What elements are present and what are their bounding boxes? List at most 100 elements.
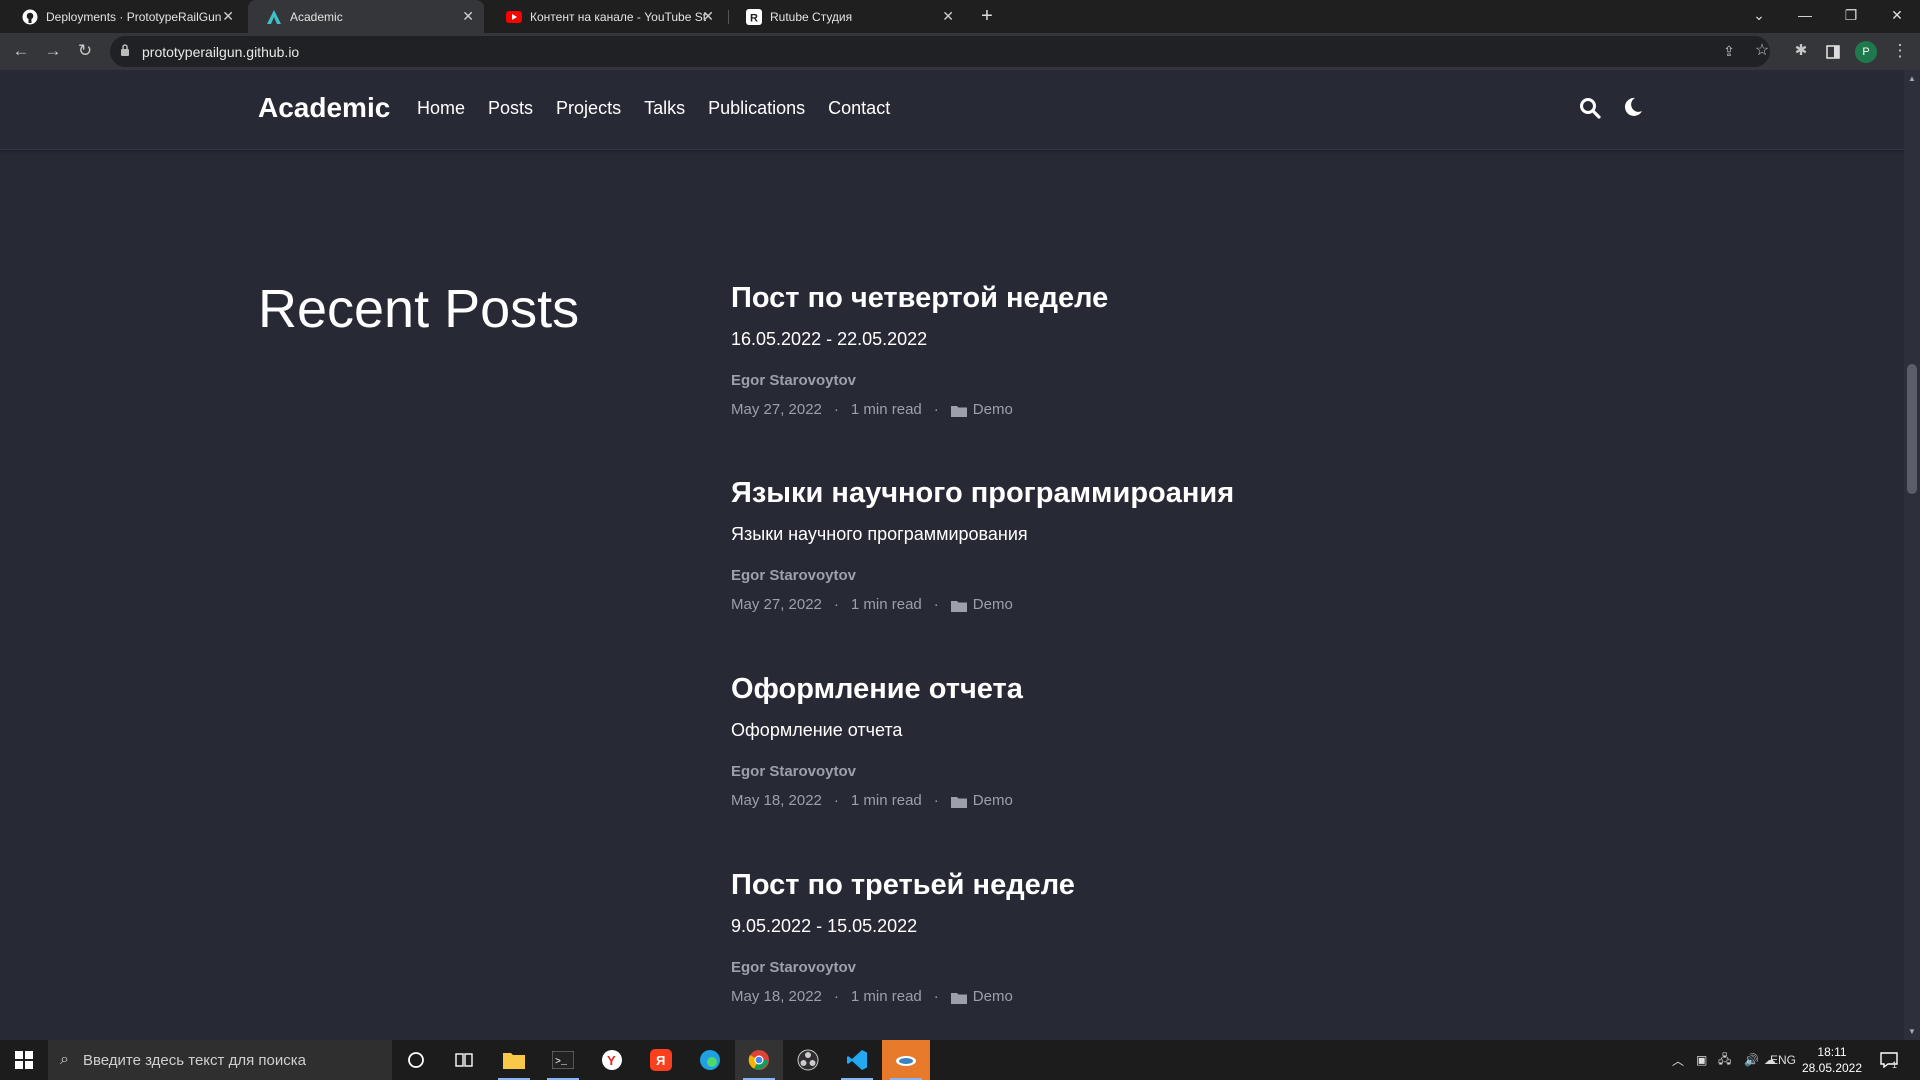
search-icon[interactable] [1578,96,1604,122]
post-author[interactable]: Egor Starovoytov [731,763,1431,780]
meta-separator: · [833,988,839,1005]
share-icon[interactable]: ⇪ [1717,40,1741,64]
terminal-icon[interactable]: >_ [539,1040,587,1080]
tray-chevron-icon[interactable]: ︿ [1672,1040,1684,1080]
folder-icon [950,795,967,808]
post-date: May 27, 2022 [731,596,822,613]
post-date: May 27, 2022 [731,401,822,418]
tab-academic[interactable]: Academic ✕ [248,0,484,33]
extensions-icon[interactable]: ✱ [1789,40,1813,64]
svg-text:>_: >_ [555,1057,568,1068]
scroll-up-arrow-icon[interactable]: ▲ [1908,74,1916,83]
tab-search-icon[interactable]: ⌄ [1736,0,1782,33]
vscode-icon[interactable] [833,1040,881,1080]
nav-publications[interactable]: Publications [708,98,805,119]
tab-youtube[interactable]: Контент на канале - YouTube St ✕ [488,0,724,33]
cortana-icon[interactable] [392,1040,440,1080]
svg-text:Y: Y [607,1053,616,1068]
taskbar-search-box[interactable]: ⌕ Введите здесь текст для поиска [48,1040,392,1080]
notification-count: 1 [1892,1060,1898,1070]
new-tab-button[interactable]: + [974,4,1000,30]
post-category[interactable]: Demo [973,792,1013,809]
scrollbar-thumb[interactable] [1907,364,1917,494]
network-icon[interactable]: 🖧 [1718,1040,1731,1080]
post-meta: May 27, 2022 · 1 min read · Demo [731,401,1431,418]
svg-text:Я: Я [656,1053,665,1068]
meta-separator: · [833,401,839,418]
post-meta: May 27, 2022 · 1 min read · Demo [731,596,1431,613]
nav-projects[interactable]: Projects [556,98,621,119]
browser-tabstrip: Deployments · PrototypeRailGun ✕ Academi… [0,0,1920,33]
close-icon[interactable]: ✕ [702,8,714,25]
back-icon[interactable]: ← [9,40,33,64]
meta-separator: · [833,792,839,809]
meta-separator: · [933,792,939,809]
windows-taskbar: ⌕ Введите здесь текст для поиска >_ Y Я … [0,1040,1920,1080]
tab-rutube[interactable]: R Rutube Студия ✕ [728,0,964,33]
page-scrollbar[interactable]: ▲ ▼ [1904,70,1920,1040]
post-category[interactable]: Demo [973,401,1013,418]
dark-mode-moon-icon[interactable] [1622,96,1648,122]
tab-title: Academic [290,9,343,24]
site-navbar: Academic Home Posts Projects Talks Publi… [0,70,1904,150]
lock-icon [120,44,130,59]
meta-separator: · [933,988,939,1005]
post-meta: May 18, 2022 · 1 min read · Demo [731,988,1431,1005]
post-title-link[interactable]: Пост по четвертой неделе [731,282,1431,315]
post-title-link[interactable]: Языки научного программироания [731,477,1431,510]
post-title-link[interactable]: Оформление отчета [731,673,1431,706]
chrome-icon[interactable] [735,1040,783,1080]
volume-icon[interactable]: 🔊 [1744,1040,1759,1080]
site-brand[interactable]: Academic [258,92,390,124]
post-category[interactable]: Demo [973,988,1013,1005]
post-category[interactable]: Demo [973,596,1013,613]
post-title-link[interactable]: Пост по третьей неделе [731,869,1431,902]
post-author[interactable]: Egor Starovoytov [731,959,1431,976]
meta-separator: · [833,596,839,613]
restore-button[interactable]: ❐ [1828,0,1874,33]
edge-icon[interactable] [686,1040,734,1080]
input-language[interactable]: ENG [1770,1040,1796,1080]
post-summary: Языки научного программирования [731,524,1028,544]
minimize-button[interactable]: — [1782,0,1828,33]
search-icon: ⌕ [60,1051,69,1068]
nav-home[interactable]: Home [417,98,465,119]
post-author[interactable]: Egor Starovoytov [731,372,1431,389]
clock-date: 28.05.2022 [1801,1061,1863,1075]
browser-toolbar: ← → ↻ prototyperailgun.github.io ⇪ ☆ ✱ ⋮ [0,33,1920,70]
obs-icon[interactable] [784,1040,832,1080]
yandex-icon[interactable]: Я [637,1040,685,1080]
side-panel-icon[interactable] [1821,40,1845,64]
scroll-down-arrow-icon[interactable]: ▼ [1908,1027,1916,1036]
post-reading-time: 1 min read [850,401,922,418]
post-item: Оформление отчета Оформление отчета Egor… [731,673,1431,809]
svg-text:R: R [750,12,758,24]
menu-kebab-icon[interactable]: ⋮ [1888,40,1912,64]
post-meta: May 18, 2022 · 1 min read · Demo [731,792,1431,809]
meet-now-icon[interactable]: ▣ [1696,1040,1707,1080]
notifications-icon[interactable]: 1 [1880,1040,1898,1080]
nav-posts[interactable]: Posts [488,98,533,119]
close-window-button[interactable]: ✕ [1874,0,1920,33]
profile-avatar[interactable]: P [1855,41,1877,63]
close-icon[interactable]: ✕ [942,8,954,25]
forward-icon[interactable]: → [41,40,65,64]
task-view-icon[interactable] [440,1040,488,1080]
reload-icon[interactable]: ↻ [73,40,97,64]
app-cloud-icon[interactable] [882,1040,930,1080]
windows-start-icon[interactable] [0,1040,48,1080]
taskbar-clock[interactable]: 18:11 28.05.2022 [1800,1044,1864,1076]
nav-contact[interactable]: Contact [828,98,890,119]
post-summary: 9.05.2022 - 15.05.2022 [731,916,918,936]
tab-deployments[interactable]: Deployments · PrototypeRailGun ✕ [4,0,244,33]
tab-title: Deployments · PrototypeRailGun [46,9,222,24]
post-summary: Оформление отчета [731,720,903,740]
post-author[interactable]: Egor Starovoytov [731,567,1431,584]
close-icon[interactable]: ✕ [222,8,234,25]
nav-talks[interactable]: Talks [644,98,685,119]
close-icon[interactable]: ✕ [462,8,474,25]
yandex-browser-icon[interactable]: Y [588,1040,636,1080]
address-bar[interactable]: prototyperailgun.github.io [110,36,1770,67]
file-explorer-icon[interactable] [490,1040,538,1080]
bookmark-star-icon[interactable]: ☆ [1750,40,1774,64]
